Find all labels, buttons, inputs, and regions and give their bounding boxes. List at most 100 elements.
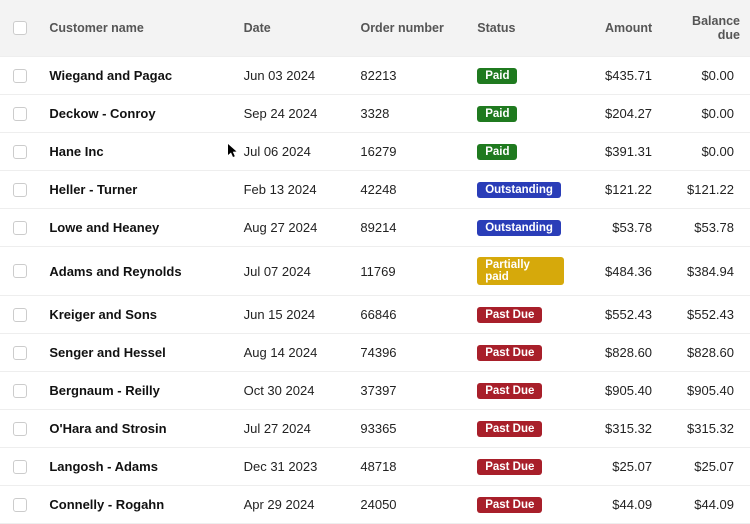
order-number: 89214 <box>350 210 467 245</box>
customer-name: Langosh - Adams <box>39 449 233 484</box>
table-row[interactable]: Langosh - AdamsDec 31 202348718Past Due$… <box>0 448 750 486</box>
customer-name: Heller - Turner <box>39 172 233 207</box>
order-amount: $552.43 <box>574 297 662 332</box>
row-checkbox[interactable] <box>13 69 27 83</box>
select-all-checkbox[interactable] <box>13 21 27 35</box>
order-number: 3328 <box>350 96 467 131</box>
row-checkbox-cell <box>0 336 39 370</box>
order-number: 66846 <box>350 297 467 332</box>
status-badge: Partially paid <box>477 257 564 285</box>
row-checkbox[interactable] <box>13 107 27 121</box>
order-date: Oct 30 2024 <box>234 373 351 408</box>
row-checkbox[interactable] <box>13 221 27 235</box>
table-row[interactable]: Wiegand and PagacJun 03 202482213Paid$43… <box>0 57 750 95</box>
order-status: Paid <box>467 133 574 170</box>
balance-due: $828.60 <box>662 335 750 370</box>
row-checkbox-cell <box>0 298 39 332</box>
table-row[interactable]: Lowe and HeaneyAug 27 202489214Outstandi… <box>0 209 750 247</box>
table-row[interactable]: O'Hara and StrosinJul 27 202493365Past D… <box>0 410 750 448</box>
table-row[interactable]: Deckow - ConroySep 24 20243328Paid$204.2… <box>0 95 750 133</box>
row-checkbox-cell <box>0 97 39 131</box>
balance-due: $0.00 <box>662 96 750 131</box>
customer-name: Connelly - Rogahn <box>39 487 233 522</box>
row-checkbox[interactable] <box>13 460 27 474</box>
order-status: Partially paid <box>467 247 574 295</box>
header-order[interactable]: Order number <box>350 7 467 49</box>
order-number: 42248 <box>350 172 467 207</box>
order-amount: $391.31 <box>574 134 662 169</box>
order-number: 24050 <box>350 487 467 522</box>
row-checkbox[interactable] <box>13 384 27 398</box>
row-checkbox[interactable] <box>13 183 27 197</box>
customer-name: Senger and Hessel <box>39 335 233 370</box>
order-status: Outstanding <box>467 171 574 208</box>
row-checkbox[interactable] <box>13 264 27 278</box>
order-status: Paid <box>467 57 574 94</box>
order-date: Aug 27 2024 <box>234 210 351 245</box>
status-badge: Outstanding <box>477 220 561 236</box>
table-row[interactable]: Heller - TurnerFeb 13 202442248Outstandi… <box>0 171 750 209</box>
order-status: Past Due <box>467 410 574 447</box>
balance-due: $25.07 <box>662 449 750 484</box>
row-checkbox[interactable] <box>13 346 27 360</box>
status-badge: Outstanding <box>477 182 561 198</box>
table-row[interactable]: Connelly - RogahnApr 29 202424050Past Du… <box>0 486 750 524</box>
table-row[interactable]: Bergnaum - ReillyOct 30 202437397 Past Du… <box>0 372 750 410</box>
status-badge: Past Due <box>477 383 542 399</box>
header-date[interactable]: Date <box>234 7 351 49</box>
row-checkbox-cell <box>0 211 39 245</box>
table-row[interactable]: Hane IncJul 06 202416279Paid$391.31$0.00 <box>0 133 750 171</box>
customer-name: Hane Inc <box>39 134 233 169</box>
header-customer[interactable]: Customer name <box>39 7 233 49</box>
status-badge: Past Due <box>477 307 542 323</box>
balance-due: $552.43 <box>662 297 750 332</box>
row-checkbox-cell <box>0 135 39 169</box>
customer-name: Bergnaum - Reilly <box>39 373 233 408</box>
row-checkbox[interactable] <box>13 422 27 436</box>
status-badge: Past Due <box>477 345 542 361</box>
header-balance[interactable]: Balance due <box>662 0 750 56</box>
order-status: Outstanding <box>467 209 574 246</box>
order-number: 37397 <box>350 373 467 408</box>
balance-due: $53.78 <box>662 210 750 245</box>
table-header-row: Customer name Date Order number Status A… <box>0 0 750 57</box>
order-amount: $121.22 <box>574 172 662 207</box>
order-status: Past Due <box>467 334 574 371</box>
header-amount[interactable]: Amount <box>574 7 662 49</box>
row-checkbox-cell <box>0 488 39 522</box>
balance-due: $0.00 <box>662 58 750 93</box>
order-date: Sep 24 2024 <box>234 96 351 131</box>
row-checkbox[interactable] <box>13 145 27 159</box>
order-date: Jul 07 2024 <box>234 254 351 289</box>
customer-name: Adams and Reynolds <box>39 254 233 289</box>
order-amount: $53.78 <box>574 210 662 245</box>
table-row[interactable]: Adams and ReynoldsJul 07 202411769 Partia… <box>0 247 750 296</box>
table-row[interactable]: Kreiger and SonsJun 15 202466846Past Due… <box>0 296 750 334</box>
order-status: Past Due <box>467 486 574 523</box>
balance-due: $315.32 <box>662 411 750 446</box>
order-amount: $828.60 <box>574 335 662 370</box>
order-number: 48718 <box>350 449 467 484</box>
order-status: Past Due <box>467 448 574 485</box>
table-row[interactable]: Senger and HesselAug 14 202474396Past Du… <box>0 334 750 372</box>
order-amount: $435.71 <box>574 58 662 93</box>
order-amount: $25.07 <box>574 449 662 484</box>
order-status: Past Due <box>467 296 574 333</box>
row-checkbox[interactable] <box>13 308 27 322</box>
order-date: Jul 27 2024 <box>234 411 351 446</box>
balance-due: $44.09 <box>662 487 750 522</box>
order-number: 93365 <box>350 411 467 446</box>
status-badge: Paid <box>477 106 517 122</box>
row-checkbox-cell <box>0 59 39 93</box>
balance-due: $121.22 <box>662 172 750 207</box>
header-checkbox-cell <box>0 7 39 49</box>
order-date: Dec 31 2023 <box>234 449 351 484</box>
order-number: 74396 <box>350 335 467 370</box>
row-checkbox-cell <box>0 374 39 408</box>
row-checkbox-cell <box>0 450 39 484</box>
header-status[interactable]: Status <box>467 7 574 49</box>
order-date: Jun 15 2024 <box>234 297 351 332</box>
order-number: 11769 <box>350 254 467 289</box>
order-date: Jun 03 2024 <box>234 58 351 93</box>
customer-name: O'Hara and Strosin <box>39 411 233 446</box>
